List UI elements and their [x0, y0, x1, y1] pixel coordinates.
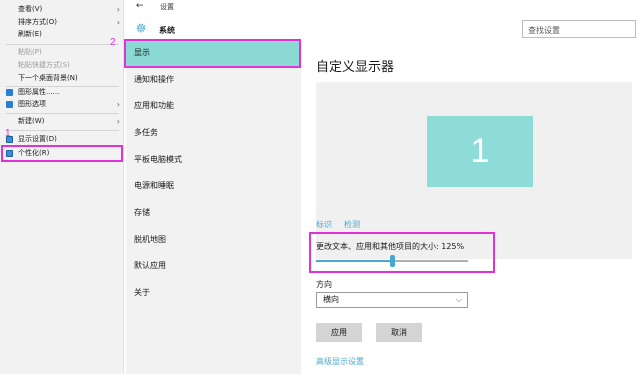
nav-item-tablet-mode[interactable]: 平板电脑模式: [126, 147, 301, 173]
search-input[interactable]: 查找设置: [522, 20, 636, 38]
annotation-highlight-personalize: [1, 145, 123, 162]
chevron-down-icon: ⌵: [455, 295, 462, 304]
nav-item-storage[interactable]: 存储: [126, 200, 301, 226]
intel-graphics-icon: [6, 89, 13, 96]
menu-item-paste[interactable]: 粘贴(P): [0, 46, 124, 59]
back-arrow-icon[interactable]: ←: [136, 1, 144, 11]
nav-item-multitasking[interactable]: 多任务: [126, 120, 301, 146]
menu-separator: [6, 44, 119, 45]
settings-window: ← 设置 系统 查找设置 显示 通知和操作 应用和功能 多任务 平板电脑模式 电…: [124, 0, 640, 374]
identify-link[interactable]: 标识: [316, 219, 332, 230]
intel-graphics-icon: [6, 101, 13, 108]
apply-button[interactable]: 应用: [316, 323, 362, 342]
menu-item-graphics-options[interactable]: 图形选项 ›: [0, 98, 124, 111]
menu-item-view[interactable]: 查看(V) ›: [0, 3, 124, 16]
detect-link[interactable]: 检测: [344, 219, 360, 230]
annotation-number-1: 1: [5, 128, 11, 139]
nav-item-about[interactable]: 关于: [126, 280, 301, 306]
menu-item-paste-shortcut[interactable]: 粘贴快捷方式(S): [0, 59, 124, 72]
orientation-label: 方向: [316, 280, 332, 289]
chevron-right-icon: ›: [116, 5, 120, 14]
window-title: 设置: [160, 3, 174, 11]
title-bar: ← 设置: [126, 0, 640, 14]
annotation-highlight-scale: [309, 232, 495, 273]
gear-icon: [136, 23, 146, 33]
menu-separator: [6, 113, 119, 114]
display-settings-panel: 自定义显示器 1 标识 检测 更改文本、应用和其他项目的大小: 125% 方向 …: [309, 40, 636, 374]
desktop-context-menu: 查看(V) › 排序方式(O) › 刷新(E) 粘贴(P) 粘贴快捷方式(S) …: [0, 0, 124, 374]
page-title: 自定义显示器: [316, 60, 395, 75]
screenshot-stage: 查看(V) › 排序方式(O) › 刷新(E) 粘贴(P) 粘贴快捷方式(S) …: [0, 0, 640, 374]
menu-item-next-background[interactable]: 下一个桌面背景(N): [0, 72, 124, 85]
settings-nav: 显示 通知和操作 应用和功能 多任务 平板电脑模式 电源和睡眠 存储 脱机地图 …: [124, 39, 301, 374]
chevron-right-icon: ›: [116, 117, 120, 126]
menu-item-refresh[interactable]: 刷新(E): [0, 28, 124, 41]
nav-item-default-apps[interactable]: 默认应用: [126, 253, 301, 279]
chevron-right-icon: ›: [116, 100, 120, 109]
annotation-highlight-display: [124, 39, 301, 68]
nav-item-apps-features[interactable]: 应用和功能: [126, 93, 301, 119]
advanced-display-settings-link[interactable]: 高级显示设置: [316, 356, 364, 367]
nav-item-offline-maps[interactable]: 脱机地图: [126, 227, 301, 253]
annotation-number-2: 2: [110, 37, 116, 48]
menu-separator: [6, 130, 119, 131]
cancel-button[interactable]: 取消: [376, 323, 422, 342]
nav-item-power-sleep[interactable]: 电源和睡眠: [126, 173, 301, 199]
menu-item-new[interactable]: 新建(W) ›: [0, 115, 124, 128]
nav-item-notifications[interactable]: 通知和操作: [126, 67, 301, 93]
monitor-tile[interactable]: 1: [427, 116, 533, 187]
app-name: 系统: [159, 26, 175, 35]
orientation-select[interactable]: 横向 ⌵: [316, 292, 468, 308]
